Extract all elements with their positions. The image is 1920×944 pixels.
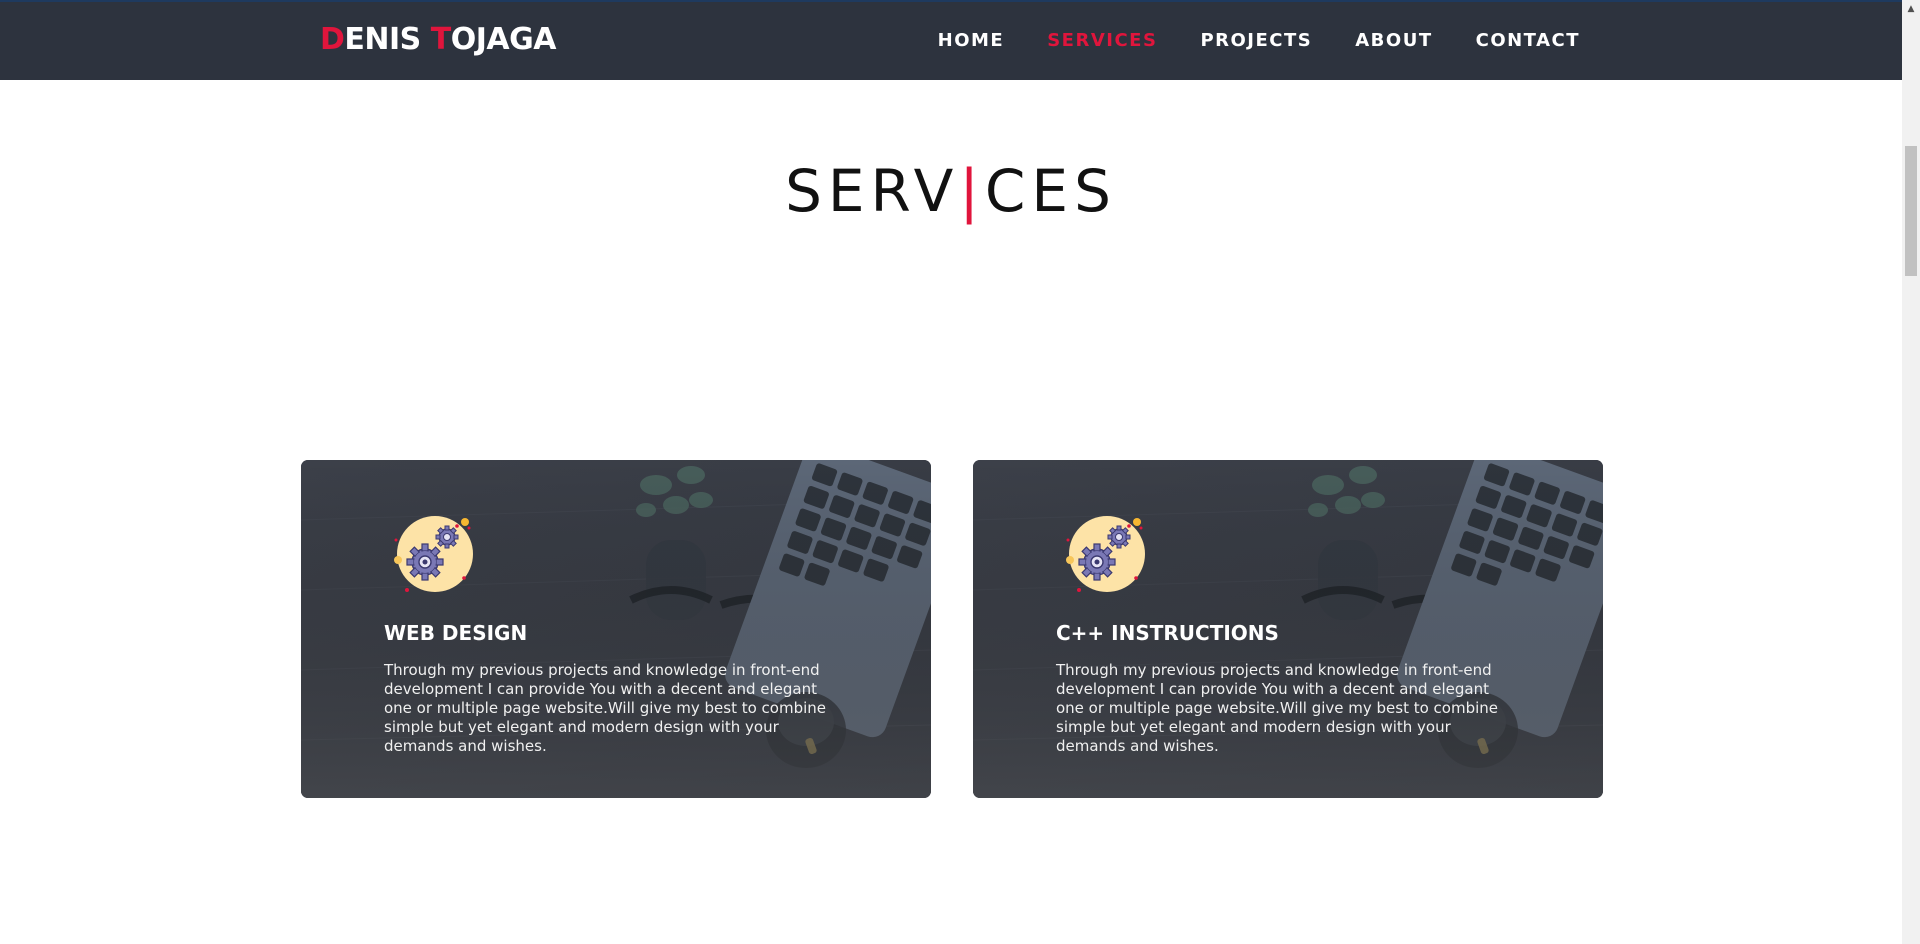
- card-title: WEB DESIGN: [384, 621, 528, 645]
- service-card-cpp-instructions: C++ INSTRUCTIONS Through my previous pro…: [973, 460, 1603, 798]
- scrollbar-thumb[interactable]: [1905, 146, 1917, 276]
- card-description: Through my previous projects and knowled…: [384, 661, 827, 755]
- page: DENIS TOJAGA HOME SERVICES PROJECTS ABOU…: [0, 0, 1920, 944]
- nav-home[interactable]: HOME: [938, 30, 1005, 51]
- site-logo[interactable]: DENIS TOJAGA: [320, 22, 556, 57]
- gears-icon: [1066, 516, 1145, 592]
- nav-about[interactable]: ABOUT: [1355, 30, 1432, 51]
- card-title: C++ INSTRUCTIONS: [1056, 621, 1279, 645]
- nav-services[interactable]: SERVICES: [1047, 30, 1157, 51]
- logo-last-rest: OJAGA: [450, 22, 557, 57]
- scroll-up-arrow-icon[interactable]: ▲: [1902, 0, 1920, 17]
- page-scrollbar[interactable]: ▲: [1902, 0, 1920, 944]
- section-title-right: CES: [984, 157, 1117, 225]
- nav-contact[interactable]: CONTACT: [1476, 30, 1580, 51]
- logo-first-rest: ENIS: [344, 22, 431, 57]
- logo-initial-t: T: [430, 22, 451, 57]
- gears-icon: [394, 516, 473, 592]
- navbar: DENIS TOJAGA HOME SERVICES PROJECTS ABOU…: [0, 0, 1902, 80]
- section-title-left: SERV: [785, 157, 960, 225]
- section-title: SERV|CES: [0, 156, 1902, 226]
- logo-initial-d: D: [320, 22, 345, 57]
- service-card-web-design: WEB DESIGN Through my previous projects …: [301, 460, 931, 798]
- section-title-bar: |: [959, 157, 985, 225]
- nav-projects[interactable]: PROJECTS: [1200, 30, 1312, 51]
- card-description: Through my previous projects and knowled…: [1056, 661, 1499, 755]
- main-nav: HOME SERVICES PROJECTS ABOUT CONTACT: [895, 30, 1580, 51]
